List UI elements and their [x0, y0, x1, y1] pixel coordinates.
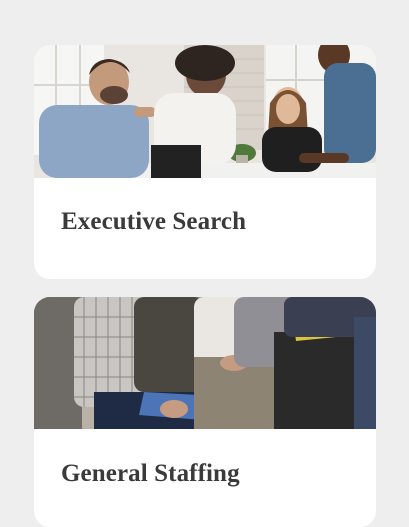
card-title[interactable]: Executive Search — [61, 208, 246, 236]
card-title[interactable]: General Staffing — [61, 460, 240, 488]
seated-candidates-photo — [34, 297, 376, 429]
service-card-executive-search[interactable]: Executive Search — [34, 45, 376, 279]
team-meeting-photo — [34, 45, 376, 178]
service-card-general-staffing[interactable]: General Staffing — [34, 297, 376, 527]
